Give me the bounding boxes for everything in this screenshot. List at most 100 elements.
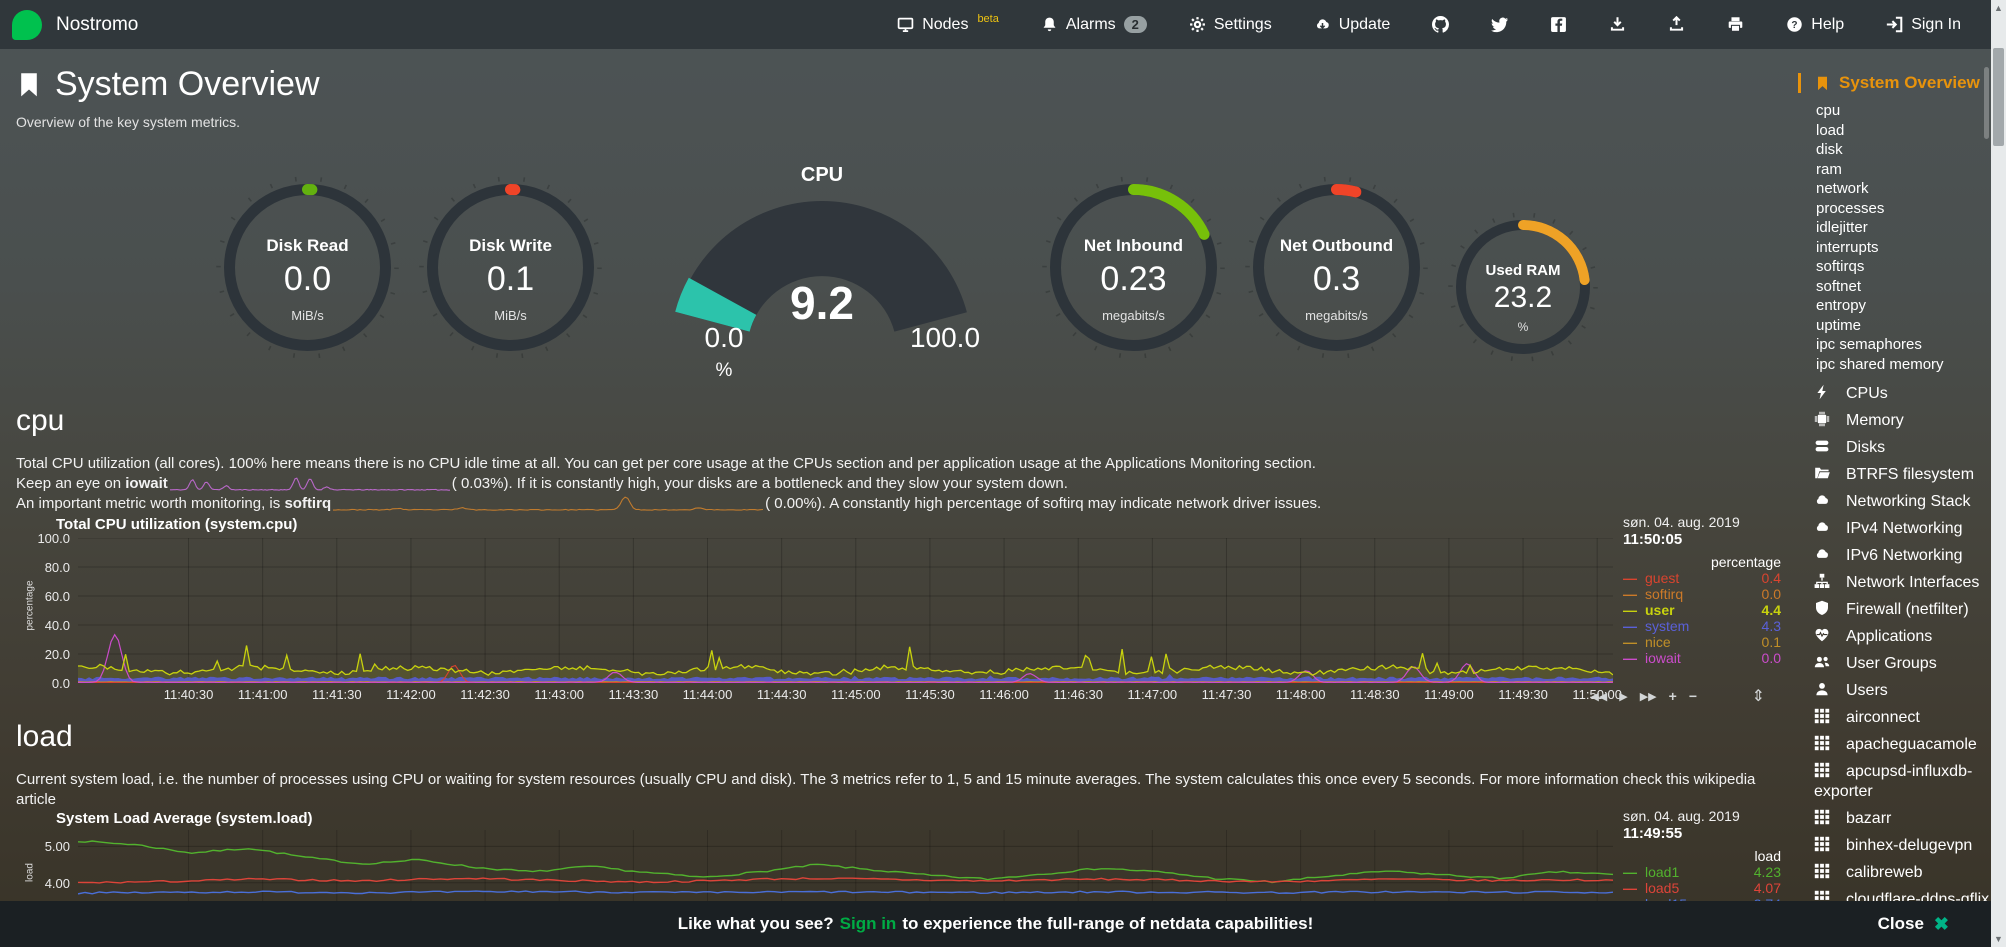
gauge-value: 0.23	[1042, 260, 1225, 299]
sidebar-item-airconnect[interactable]: airconnect	[1798, 708, 1991, 728]
legend-series-value: 4.23	[1754, 865, 1781, 880]
footer-signin-link[interactable]: Sign in	[840, 914, 897, 934]
iowait-sparkline	[170, 475, 450, 493]
sidebar-sub-item-uptime[interactable]: uptime	[1798, 316, 1991, 336]
scrollbar-thumb[interactable]	[1993, 48, 2004, 146]
sidebar-sub-item-load[interactable]: load	[1798, 121, 1991, 141]
cpu-chart-time: 11:50:05	[1623, 531, 1781, 548]
pan-backward-button[interactable]: ◀◀	[1590, 690, 1607, 703]
gauge-cpu[interactable]: CPU9.20.0100.0%	[627, 164, 1017, 379]
sidebar-item-networking-stack[interactable]: Networking Stack	[1798, 492, 1991, 512]
nav-item-nodes[interactable]: Nodesbeta	[897, 16, 999, 34]
sidebar-item-network-interfaces[interactable]: Network Interfaces	[1798, 573, 1991, 593]
sidebar-item-users[interactable]: Users	[1798, 681, 1991, 701]
nav-item-github[interactable]	[1432, 16, 1449, 33]
gauge-disk-read[interactable]: Disk Read0.0MiB/s	[216, 176, 399, 359]
legend-series-name: user	[1645, 603, 1675, 618]
sidebar-item-memory[interactable]: Memory	[1798, 411, 1991, 431]
cpu-chart-plot[interactable]	[78, 538, 1613, 683]
sidebar-item-btrfs-filesystem[interactable]: BTRFS filesystem	[1798, 465, 1991, 485]
cpu-x-tick: 11:49:00	[1424, 687, 1474, 702]
sidebar-sub-item-disk[interactable]: disk	[1798, 140, 1991, 160]
sidebar-sub-item-softirqs[interactable]: softirqs	[1798, 257, 1991, 277]
sidebar-sub-item-cpu[interactable]: cpu	[1798, 101, 1991, 121]
gauge-net-outbound[interactable]: Net Outbound0.3megabits/s	[1245, 176, 1428, 359]
bookmark-icon	[16, 70, 42, 100]
nav-item-alarms[interactable]: Alarms2	[1041, 16, 1147, 34]
sidebar-sub-item-ram[interactable]: ram	[1798, 160, 1991, 180]
sidebar-scrollbar-thumb[interactable]	[1984, 67, 1989, 139]
sidebar-item-calibreweb[interactable]: calibreweb	[1798, 863, 1991, 883]
legend-swatch: —	[1623, 619, 1645, 634]
cpu-desc-line1: Total CPU utilization (all cores). 100% …	[16, 454, 1781, 474]
netdata-logo-icon	[12, 10, 42, 40]
legend-series-name: load1	[1645, 865, 1679, 880]
chart-resize-handle[interactable]: ⇕	[1752, 686, 1765, 706]
legend-row-system[interactable]: —system4.3	[1623, 619, 1781, 634]
sidebar-item-user-groups[interactable]: User Groups	[1798, 654, 1991, 674]
twitter-icon	[1491, 16, 1508, 33]
sidebar-item-apcupsd-influxdb-exporter[interactable]: apcupsd-influxdb-exporter	[1798, 762, 1991, 802]
play-button[interactable]: ▶	[1619, 690, 1627, 703]
sidebar-item-label: Users	[1846, 682, 1888, 699]
nav-item-facebook[interactable]	[1550, 16, 1567, 33]
load-legend-header: load	[1623, 848, 1781, 864]
gauge-used-ram[interactable]: Used RAM23.2%	[1448, 212, 1598, 362]
gauge-net-inbound[interactable]: Net Inbound0.23megabits/s	[1042, 176, 1225, 359]
nav-item-settings[interactable]: Settings	[1189, 16, 1272, 34]
zoom-in-button[interactable]: +	[1669, 688, 1677, 704]
legend-row-guest[interactable]: —guest0.4	[1623, 571, 1781, 586]
netdata-brand[interactable]: Nostromo	[12, 10, 146, 40]
sidebar-item-binhex-delugevpn[interactable]: binhex-delugevpn	[1798, 836, 1991, 856]
scrollbar-down-arrow[interactable]: ▼	[1991, 931, 2006, 947]
legend-row-iowait[interactable]: —iowait0.0	[1623, 651, 1781, 666]
upload-icon	[1668, 16, 1685, 33]
sidebar-sub-item-interrupts[interactable]: interrupts	[1798, 238, 1991, 258]
legend-row-load5[interactable]: —load54.07	[1623, 881, 1781, 896]
sidebar-item-bazarr[interactable]: bazarr	[1798, 809, 1991, 829]
grid-icon	[1814, 863, 1834, 879]
legend-row-load1[interactable]: —load14.23	[1623, 865, 1781, 880]
scrollbar-up-arrow[interactable]: ▲	[1991, 0, 2006, 16]
pan-forward-button[interactable]: ▶▶	[1640, 690, 1657, 703]
nav-item-print[interactable]	[1727, 16, 1744, 33]
user-group-icon	[1814, 654, 1834, 670]
sidebar-item-applications[interactable]: Applications	[1798, 627, 1991, 647]
gauge-value: 0.3	[1245, 260, 1428, 299]
sidebar-sub-item-processes[interactable]: processes	[1798, 199, 1991, 219]
page-scrollbar[interactable]: ▲ ▼	[1991, 0, 2006, 947]
legend-row-nice[interactable]: —nice0.1	[1623, 635, 1781, 650]
sidebar-sub-item-network[interactable]: network	[1798, 179, 1991, 199]
sidebar-item-disks[interactable]: Disks	[1798, 438, 1991, 458]
sidebar-sub-item-softnet[interactable]: softnet	[1798, 277, 1991, 297]
sidebar-item-firewall-netfilter[interactable]: Firewall (netfilter)	[1798, 600, 1991, 620]
gauge-disk-write[interactable]: Disk Write0.1MiB/s	[419, 176, 602, 359]
sitemap-icon	[1814, 573, 1834, 589]
zoom-out-button[interactable]: −	[1689, 688, 1697, 704]
sidebar-sub-item-ipc-shared-memory[interactable]: ipc shared memory	[1798, 355, 1991, 375]
sidebar-sub-item-ipc-semaphores[interactable]: ipc semaphores	[1798, 335, 1991, 355]
gauge-label: Disk Read	[216, 236, 399, 256]
sidebar-item-system-overview[interactable]: System Overview	[1798, 73, 1991, 93]
sidebar-sub-item-idlejitter[interactable]: idlejitter	[1798, 218, 1991, 238]
cpu-x-tick: 11:40:30	[164, 687, 214, 702]
footer-close-button[interactable]: Close ✖	[1878, 914, 1949, 935]
hostname-dropdown[interactable]: Nostromo	[56, 14, 146, 36]
nav-item-update[interactable]: Update	[1314, 16, 1391, 34]
sidebar-item-cpus[interactable]: CPUs	[1798, 384, 1991, 404]
beta-badge: beta	[977, 13, 998, 25]
nav-item-twitter[interactable]	[1491, 16, 1508, 33]
sidebar-item-ipv4-networking[interactable]: IPv4 Networking	[1798, 519, 1991, 539]
sidebar-items: CPUs Memory Disks BTRFS filesystem Networkin…	[1798, 384, 1991, 937]
sidebar-item-ipv6-networking[interactable]: IPv6 Networking	[1798, 546, 1991, 566]
nav-item-label: Update	[1339, 16, 1391, 34]
sidebar-sub-item-entropy[interactable]: entropy	[1798, 296, 1991, 316]
legend-row-user[interactable]: —user4.4	[1623, 603, 1781, 618]
nav-item-help[interactable]: ?Help	[1786, 16, 1844, 34]
sidebar-item-label: bazarr	[1846, 810, 1891, 827]
nav-item-sign-in[interactable]: Sign In	[1886, 16, 1961, 34]
sidebar-item-apacheguacamole[interactable]: apacheguacamole	[1798, 735, 1991, 755]
nav-item-download[interactable]	[1609, 16, 1626, 33]
nav-item-upload[interactable]	[1668, 16, 1685, 33]
legend-row-softirq[interactable]: —softirq0.0	[1623, 587, 1781, 602]
